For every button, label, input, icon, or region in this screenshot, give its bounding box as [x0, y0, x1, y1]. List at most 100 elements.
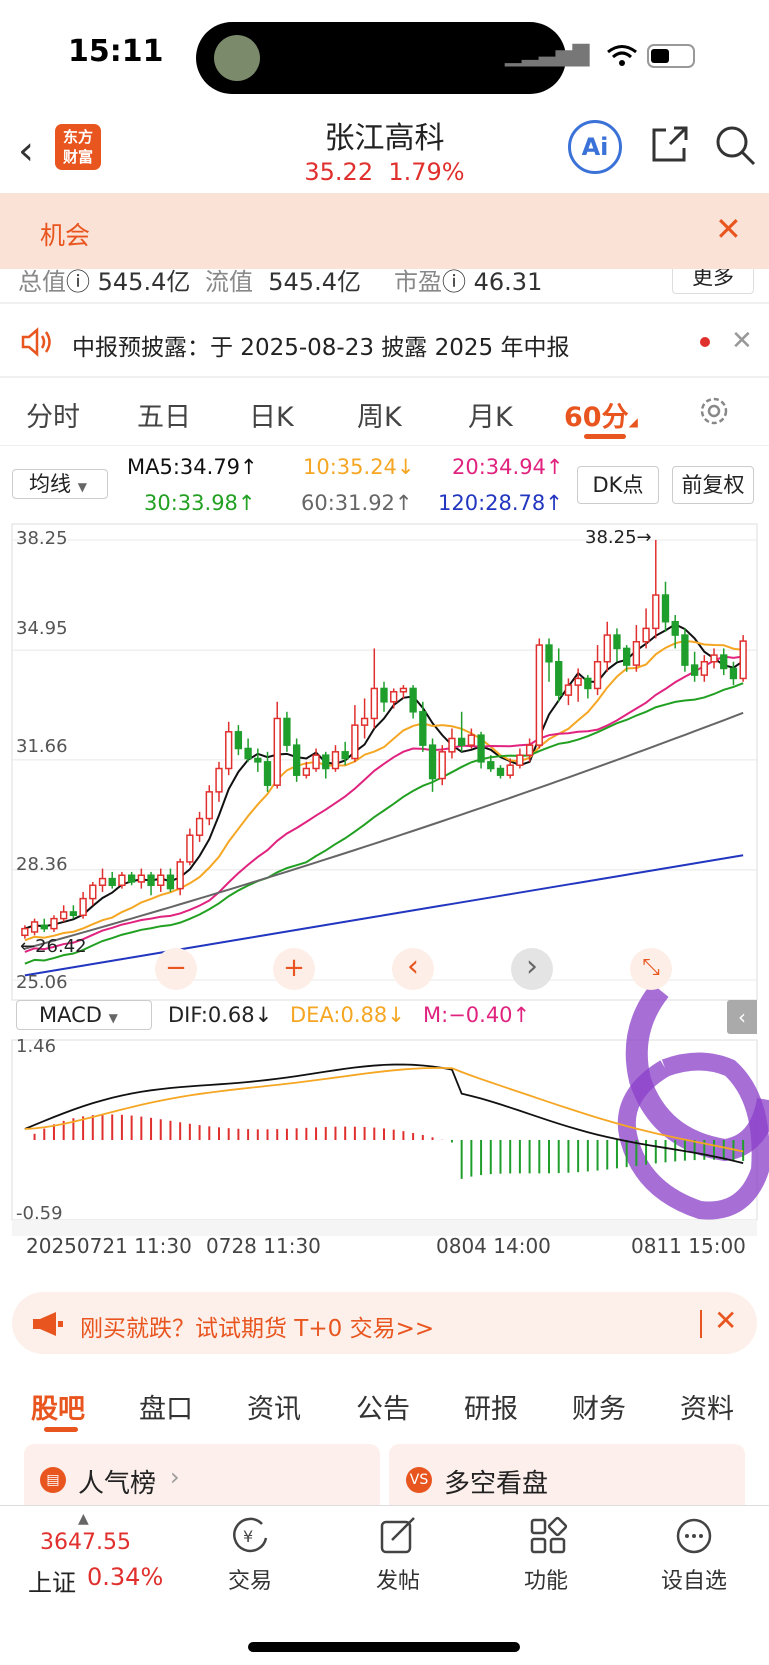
- candle-body: [21, 927, 29, 937]
- x-tick-label: 0804 14:00: [436, 1234, 551, 1258]
- zoom-in-button[interactable]: +: [273, 948, 315, 990]
- candle-body: [360, 717, 369, 726]
- candle-body: [186, 834, 194, 863]
- candle-body: [283, 717, 291, 746]
- grid-icon[interactable]: [528, 1516, 570, 1556]
- tab-timeshare[interactable]: 分时: [26, 395, 80, 434]
- tab-month-k[interactable]: 月K: [468, 395, 513, 434]
- candle-body: [467, 734, 476, 746]
- megaphone-icon: [33, 1312, 63, 1336]
- candle-body: [234, 731, 243, 750]
- candle-body: [127, 874, 136, 883]
- tab-finance[interactable]: 财务: [572, 1387, 626, 1426]
- candle-body: [739, 640, 747, 680]
- low-price-label: ←26.42: [20, 936, 87, 957]
- y-tick-label: 34.95: [16, 618, 68, 639]
- candle-body: [642, 627, 650, 643]
- divider: [0, 1505, 769, 1506]
- nav-post[interactable]: 发帖: [348, 1563, 448, 1595]
- tab-week-k[interactable]: 周K: [357, 395, 402, 434]
- candle-body: [710, 654, 718, 663]
- candle-body: [273, 717, 281, 786]
- kline-chart[interactable]: [0, 520, 769, 1240]
- candle-body: [147, 874, 155, 887]
- dk-point-button[interactable]: DK点: [577, 466, 659, 504]
- unread-dot: [700, 337, 710, 347]
- stock-change-pct: 1.79%: [388, 158, 465, 186]
- tab-forum[interactable]: 股吧: [31, 1387, 85, 1426]
- candle-body: [50, 917, 58, 930]
- trade-icon[interactable]: ¥: [230, 1516, 272, 1556]
- chevron-left-icon[interactable]: ‹: [727, 1000, 757, 1034]
- ma-select-label: 均线: [29, 472, 71, 496]
- candle-body: [118, 874, 126, 887]
- share-icon[interactable]: [646, 122, 692, 168]
- candle-body: [215, 767, 223, 793]
- nav-trade[interactable]: 交易: [200, 1563, 300, 1595]
- candle-body: [390, 691, 398, 703]
- stat-label: 市盈: [394, 268, 442, 296]
- candle-body: [448, 737, 456, 753]
- search-icon[interactable]: [712, 122, 758, 168]
- candle-body: [108, 877, 116, 887]
- ma-select[interactable]: 均线 ▼: [12, 469, 108, 499]
- compose-icon[interactable]: [378, 1516, 420, 1556]
- candle-body: [700, 661, 708, 676]
- notice-close-icon[interactable]: ✕: [731, 326, 753, 356]
- ma5-line: [24, 623, 744, 930]
- tab-day-k[interactable]: 日K: [249, 395, 294, 434]
- candle-body: [593, 661, 602, 690]
- candle-body: [302, 767, 311, 776]
- ai-button[interactable]: Ai: [568, 120, 622, 174]
- high-price-label: 38.25→: [585, 527, 652, 548]
- price-adjust-button[interactable]: 前复权: [672, 466, 754, 504]
- nav-functions[interactable]: 功能: [496, 1563, 596, 1595]
- opportunity-banner[interactable]: [0, 193, 769, 269]
- popularity-label: 人气榜: [78, 1469, 157, 1499]
- futures-promo-text[interactable]: 刚买就跌？试试期货 T+0 交易>>: [80, 1309, 434, 1343]
- candle-body: [632, 640, 641, 666]
- caret-down-icon: ▼: [108, 1011, 118, 1025]
- tab-five-day[interactable]: 五日: [137, 395, 191, 434]
- more-icon[interactable]: [674, 1516, 716, 1556]
- candle-body: [652, 594, 660, 630]
- vs-icon: VS: [406, 1467, 432, 1493]
- candle-body: [176, 861, 184, 890]
- candle-body: [89, 884, 97, 900]
- promo-close-icon[interactable]: ✕: [714, 1304, 737, 1337]
- notice-text[interactable]: 中报预披露：于 2025-08-23 披露 2025 年中报: [72, 328, 569, 362]
- nav-watchlist[interactable]: 设自选: [644, 1563, 744, 1595]
- tab-announcements[interactable]: 公告: [356, 1387, 410, 1426]
- tab-research[interactable]: 研报: [464, 1387, 518, 1426]
- tab-news[interactable]: 资讯: [247, 1387, 301, 1426]
- pan-right-button[interactable]: ›: [511, 948, 553, 990]
- fullscreen-button[interactable]: ⤡: [630, 948, 672, 990]
- tab-profile[interactable]: 资料: [680, 1387, 734, 1426]
- candle-body: [603, 634, 611, 663]
- ma60-line: [24, 711, 744, 950]
- zoom-out-button[interactable]: −: [155, 948, 197, 990]
- candle-body: [98, 877, 107, 887]
- candle-body: [263, 761, 272, 786]
- gear-icon[interactable]: [697, 394, 731, 428]
- x-tick-label: 0728 11:30: [206, 1234, 321, 1258]
- index-name[interactable]: 上证: [28, 1563, 76, 1598]
- tab-quotes[interactable]: 盘口: [139, 1387, 193, 1426]
- index-value[interactable]: 3647.55: [40, 1530, 131, 1555]
- candle-body: [661, 594, 670, 623]
- candlesticks: [21, 540, 747, 939]
- tab-60min[interactable]: 60分◢: [564, 395, 638, 434]
- candle-body: [69, 911, 78, 917]
- indicator-select[interactable]: MACD ▼: [16, 1000, 152, 1030]
- candle-body: [205, 791, 213, 820]
- stat-label: 总值: [18, 268, 66, 296]
- candle-body: [40, 924, 48, 930]
- candle-body: [30, 921, 39, 933]
- candle-body: [195, 817, 204, 836]
- index-change-pct[interactable]: 0.34%: [87, 1563, 163, 1591]
- pan-left-button[interactable]: ‹: [392, 948, 434, 990]
- candle-body: [545, 644, 553, 663]
- candle-body: [477, 734, 485, 763]
- banner-close-icon[interactable]: ✕: [715, 210, 742, 248]
- macd-dif-value: DIF:0.68↓: [168, 1003, 273, 1027]
